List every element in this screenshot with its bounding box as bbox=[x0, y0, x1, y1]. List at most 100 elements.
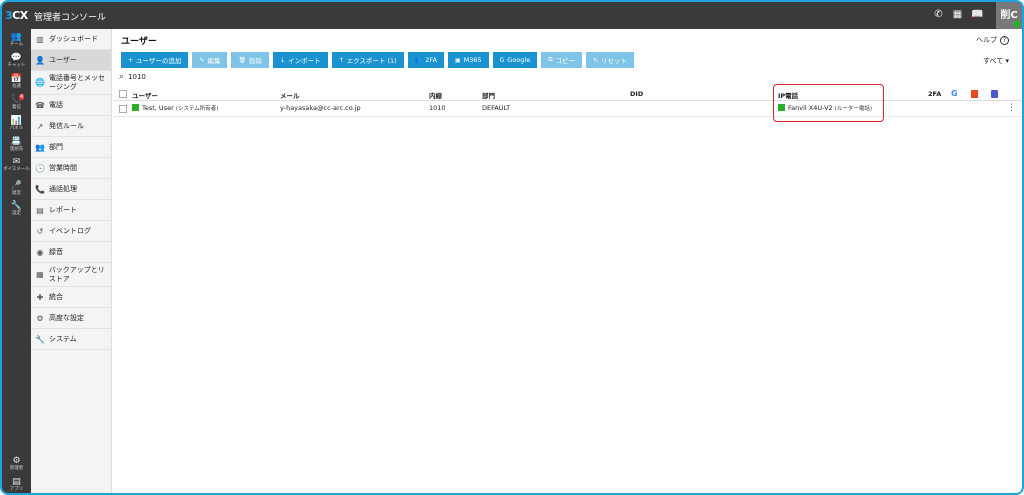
app-window: 3CX 管理者コンソール ✆ ▦ 📖 削C 👥 チーム 💬 チャット 📅 会議 … bbox=[0, 0, 1024, 495]
row-email: y-hayasaka@cc-arc.co.jp bbox=[280, 104, 361, 112]
nav-item-phones[interactable]: ☎ 電話 bbox=[31, 95, 111, 116]
filter-dropdown[interactable]: すべて ▾ bbox=[983, 56, 1009, 66]
copy-button[interactable]: ⧉ コピー bbox=[541, 52, 582, 68]
rail-settings[interactable]: 🔧 設定 bbox=[2, 201, 31, 217]
globe-icon: 🌐 bbox=[35, 78, 45, 87]
m365-icon: ▣ bbox=[454, 56, 461, 64]
nav-item-backup-restore[interactable]: ▦ バックアップとリストア bbox=[31, 263, 111, 287]
admin-nav: ▥ ダッシュボード 👤 ユーザー 🌐 電話番号とメッセージング ☎ 電話 ↗ 発… bbox=[31, 29, 112, 493]
phone-device-icon: ☎ bbox=[35, 100, 45, 110]
plus-icon: + bbox=[128, 56, 134, 64]
google-icon: G bbox=[951, 89, 958, 98]
help-icon: ? bbox=[1000, 36, 1009, 45]
rail-recording[interactable]: 🎤 録音 bbox=[2, 181, 31, 197]
users-icon: 👥 bbox=[414, 56, 423, 64]
more-options-icon[interactable]: ⋮ bbox=[1007, 103, 1016, 113]
rail-contacts[interactable]: 📇 連絡先 bbox=[2, 137, 31, 153]
table-row[interactable]: Test, User (システム所有者) y-hayasaka@cc-arc.c… bbox=[113, 101, 1022, 117]
nav-item-advanced[interactable]: ⚙ 高度な設定 bbox=[31, 308, 111, 329]
nav-item-users[interactable]: 👤 ユーザー bbox=[31, 50, 111, 71]
export-button[interactable]: ↑ エクスポート (1) bbox=[331, 52, 404, 68]
col-department[interactable]: 部門 bbox=[482, 90, 495, 100]
col-did[interactable]: DID bbox=[630, 90, 643, 98]
2fa-button[interactable]: 👥 2FA bbox=[407, 52, 444, 68]
pencil-icon: ✎ bbox=[199, 56, 205, 64]
delete-button[interactable]: 🗑 削除 bbox=[231, 52, 270, 68]
chat-icon: 💬 bbox=[10, 53, 23, 63]
nav-item-system[interactable]: 🔧 システム bbox=[31, 329, 111, 350]
meeting-icon: 📅 bbox=[10, 74, 23, 84]
rail-apps[interactable]: ▤ アプリ bbox=[2, 477, 31, 493]
status-indicator bbox=[132, 104, 139, 111]
main-content: ユーザー ヘルプ? + ユーザーの追加 ✎ 編集 🗑 削除 ↓ インポート ↑ エクスポー… bbox=[113, 29, 1022, 493]
teams-icon bbox=[991, 90, 998, 100]
nav-item-departments[interactable]: 👥 部門 bbox=[31, 137, 111, 158]
search-icon: ⌕ bbox=[119, 72, 125, 82]
report-icon: ▤ bbox=[36, 205, 44, 215]
top-bar: 3CX 管理者コンソール ✆ ▦ 📖 削C bbox=[2, 2, 1022, 29]
nav-item-dashboard[interactable]: ▥ ダッシュボード bbox=[31, 29, 111, 50]
import-button[interactable]: ↓ インポート bbox=[273, 52, 328, 68]
qr-code-icon[interactable]: ▦ bbox=[952, 9, 963, 20]
reset-icon: ↻ bbox=[593, 56, 599, 64]
wrench-icon: 🔧 bbox=[10, 201, 23, 211]
book-icon[interactable]: 📖 bbox=[971, 9, 983, 20]
col-extension[interactable]: 内線 bbox=[429, 90, 442, 100]
rail-panel[interactable]: 📊 パネル bbox=[2, 116, 31, 132]
col-user[interactable]: ユーザー bbox=[132, 90, 158, 100]
rail-admin[interactable]: ⚙ 管理者 bbox=[2, 456, 31, 472]
m365-button[interactable]: ▣ M365 bbox=[447, 52, 489, 68]
backup-icon: ▦ bbox=[36, 270, 44, 279]
phone-icon[interactable]: ✆ bbox=[933, 9, 944, 20]
puzzle-icon: ✚ bbox=[36, 292, 44, 302]
outbound-icon: ↗ bbox=[36, 121, 44, 131]
dashboard-icon: ▥ bbox=[36, 34, 44, 44]
rail-voicemail[interactable]: ✉ ボイスメール bbox=[2, 157, 31, 173]
google-button[interactable]: G Google bbox=[492, 52, 538, 68]
people-icon: 👥 bbox=[10, 32, 23, 42]
help-link[interactable]: ヘルプ? bbox=[976, 35, 1009, 45]
call-handling-icon: 📞 bbox=[35, 184, 45, 194]
row-extension: 1010 bbox=[429, 104, 446, 112]
export-icon: ↑ bbox=[338, 56, 344, 64]
import-icon: ↓ bbox=[280, 56, 286, 64]
col-2fa[interactable]: 2FA bbox=[928, 90, 941, 98]
google-icon: G bbox=[499, 56, 505, 64]
row-checkbox[interactable] bbox=[119, 105, 127, 113]
nav-item-event-log[interactable]: ↺ イベントログ bbox=[31, 221, 111, 242]
app-rail: 👥 チーム 💬 チャット 📅 会議 📞 着信 4 📊 パネル 📇 連絡先 ✉ ボ… bbox=[2, 29, 31, 493]
col-email[interactable]: メール bbox=[280, 90, 300, 100]
page-title: ユーザー bbox=[121, 37, 157, 47]
search-bar: ⌕ bbox=[119, 72, 229, 82]
ip-phone-highlight-box bbox=[773, 84, 884, 122]
search-input[interactable] bbox=[128, 73, 229, 81]
department-icon: 👥 bbox=[35, 142, 45, 152]
trash-icon: 🗑 bbox=[238, 56, 247, 64]
copy-icon: ⧉ bbox=[548, 56, 553, 63]
nav-item-office-hours[interactable]: 🕒 営業時間 bbox=[31, 158, 111, 179]
mail-icon: ✉ bbox=[12, 157, 21, 167]
nav-item-integrations[interactable]: ✚ 統合 bbox=[31, 287, 111, 308]
rail-chat[interactable]: 💬 チャット bbox=[2, 53, 31, 69]
rail-meeting[interactable]: 📅 会議 bbox=[2, 74, 31, 90]
nav-item-call-handling[interactable]: 📞 通話処理 bbox=[31, 179, 111, 200]
nav-item-numbers-messaging[interactable]: 🌐 電話番号とメッセージング bbox=[31, 71, 111, 95]
panel-icon: 📊 bbox=[10, 116, 23, 126]
rail-calls[interactable]: 📞 着信 4 bbox=[2, 94, 31, 111]
select-all-checkbox[interactable] bbox=[119, 90, 127, 98]
nav-item-outbound-rules[interactable]: ↗ 発信ルール bbox=[31, 116, 111, 137]
missed-calls-badge: 4 bbox=[19, 94, 25, 100]
apps-icon: ▤ bbox=[12, 477, 21, 487]
nav-item-reports[interactable]: ▤ レポート bbox=[31, 200, 111, 221]
edit-button[interactable]: ✎ 編集 bbox=[192, 52, 228, 68]
reset-button[interactable]: ↻ リセット bbox=[586, 52, 635, 68]
user-toolbar: + ユーザーの追加 ✎ 編集 🗑 削除 ↓ インポート ↑ エクスポート (1) 👥 2FA… bbox=[121, 52, 635, 68]
contacts-icon: 📇 bbox=[10, 137, 23, 147]
add-user-button[interactable]: + ユーザーの追加 bbox=[121, 52, 189, 68]
rail-team[interactable]: 👥 チーム bbox=[2, 32, 31, 48]
cog-icon: ⚙ bbox=[36, 313, 44, 323]
row-user: Test, User (システム所有者) bbox=[132, 104, 218, 112]
presence-indicator bbox=[1014, 21, 1020, 27]
3cx-logo[interactable]: 3CX bbox=[5, 9, 28, 22]
nav-item-recordings[interactable]: ◉ 録音 bbox=[31, 242, 111, 263]
